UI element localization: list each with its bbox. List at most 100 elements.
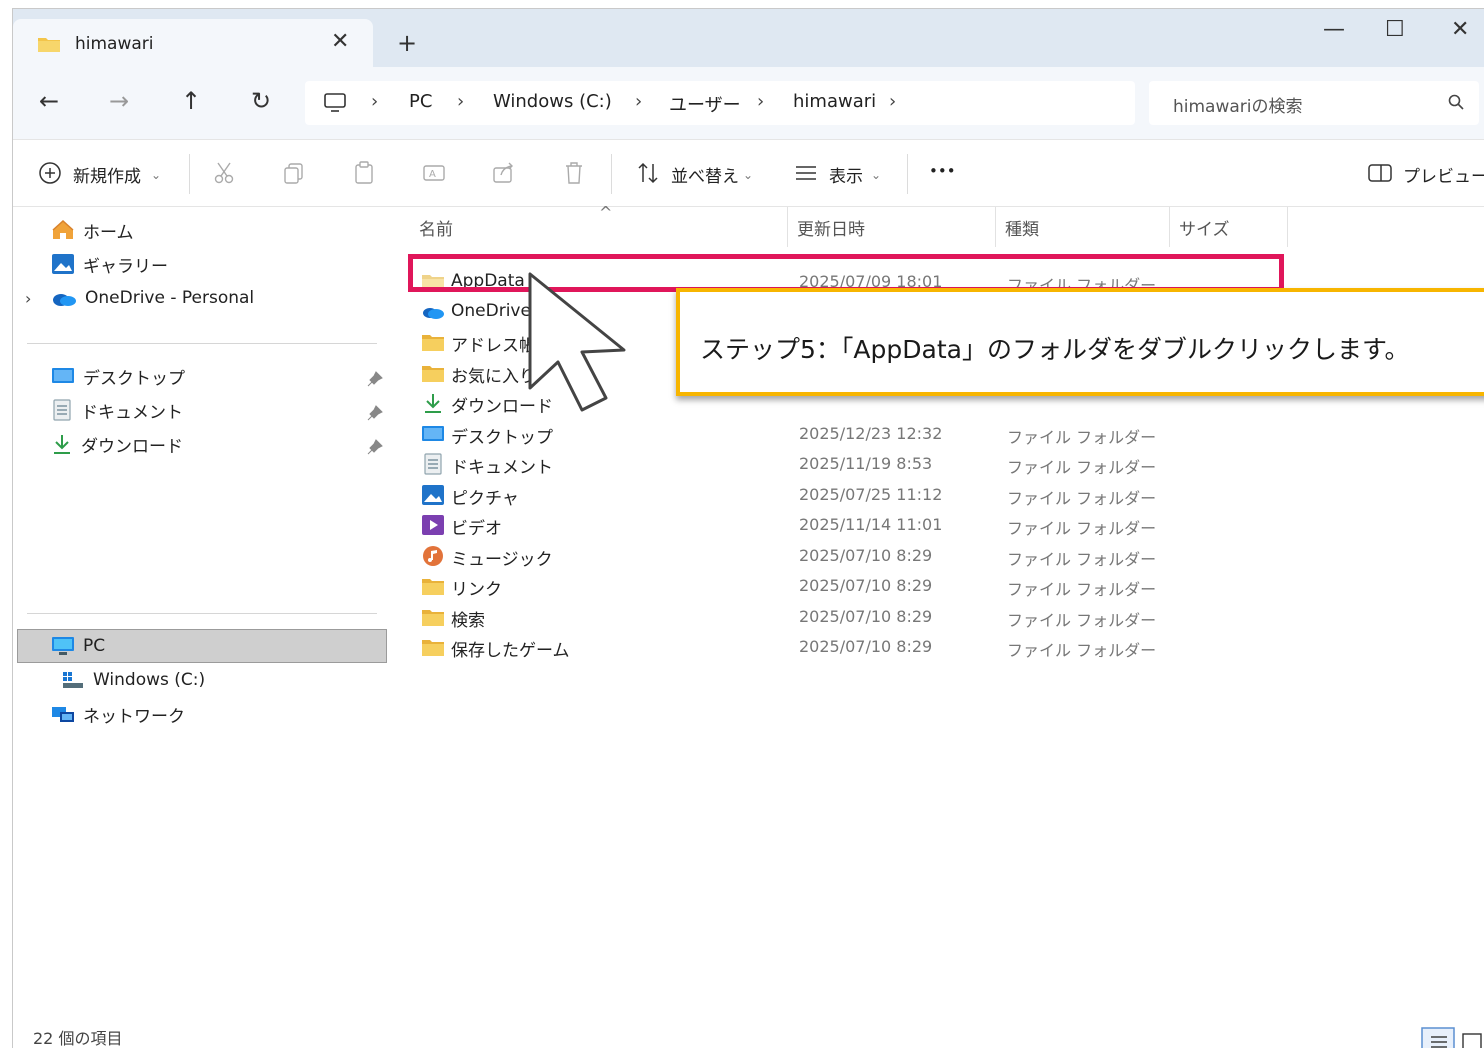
chevron-right-icon[interactable]: › [457, 91, 464, 112]
file-row[interactable]: ピクチャ 2025/07/25 11:12 ファイル フォルダー [419, 480, 1419, 510]
sidebar-item-pc[interactable]: PC [51, 631, 105, 661]
breadcrumb-users[interactable]: ユーザー [669, 91, 741, 117]
sidebar-item-onedrive[interactable]: OneDrive - Personal [51, 283, 254, 313]
close-window-button[interactable]: ✕ [1451, 17, 1469, 42]
sidebar-item-home[interactable]: ホーム [51, 215, 134, 245]
chevron-right-icon[interactable]: › [889, 91, 896, 112]
details-view-icon[interactable] [1421, 1027, 1455, 1048]
new-item-icon[interactable] [37, 160, 63, 186]
new-button[interactable]: 新規作成 [73, 162, 141, 187]
sort-ascending-icon[interactable]: ^ [599, 203, 612, 222]
file-date: 2025/11/19 8:53 [799, 454, 933, 473]
large-icons-view-icon[interactable] [1459, 1027, 1484, 1048]
sort-button[interactable]: 並べ替え [671, 162, 739, 187]
sidebar-item-gallery[interactable]: ギャラリー [51, 249, 168, 279]
divider[interactable] [995, 207, 996, 247]
file-type: ファイル フォルダー [1007, 458, 1157, 477]
status-item-count: 22 個の項目 [33, 1029, 123, 1048]
chevron-right-icon[interactable]: › [371, 91, 378, 112]
chevron-down-icon[interactable]: ⌄ [743, 168, 753, 182]
cut-icon[interactable] [211, 160, 237, 186]
column-header-date[interactable]: 更新日時 [797, 215, 865, 240]
view-button[interactable]: 表示 [829, 162, 863, 187]
sidebar-item-network[interactable]: ネットワーク [51, 699, 185, 729]
file-row[interactable]: デスクトップ 2025/12/23 12:32 ファイル フォルダー [419, 419, 1419, 449]
sidebar-item-downloads[interactable]: ダウンロード [51, 429, 183, 459]
file-date: 2025/07/10 8:29 [799, 546, 933, 565]
pin-icon[interactable] [367, 439, 383, 455]
divider[interactable] [787, 207, 788, 247]
file-row[interactable]: ビデオ 2025/11/14 11:01 ファイル フォルダー [419, 510, 1419, 540]
breadcrumb-himawari[interactable]: himawari [793, 91, 876, 112]
sidebar-item-label: ギャラリー [83, 256, 168, 277]
maximize-button[interactable]: ☐ [1385, 17, 1405, 42]
paste-icon[interactable] [351, 160, 377, 186]
chevron-right-icon[interactable]: › [635, 91, 642, 112]
tab-himawari[interactable]: himawari ✕ [13, 19, 373, 67]
breadcrumb-pc[interactable]: PC [409, 91, 432, 112]
file-type: ファイル フォルダー [1007, 641, 1157, 660]
minimize-button[interactable]: — [1323, 17, 1345, 42]
new-tab-button[interactable]: + [397, 29, 417, 57]
sidebar-item-windows-drive[interactable]: Windows (C:) [61, 665, 205, 695]
file-row[interactable]: 保存したゲーム 2025/07/10 8:29 ファイル フォルダー [419, 632, 1419, 662]
file-type: ファイル フォルダー [1007, 550, 1157, 569]
refresh-button[interactable]: ↻ [251, 87, 271, 115]
chevron-right-icon[interactable]: › [757, 91, 764, 112]
search-input[interactable]: himawariの検索 [1173, 92, 1303, 117]
file-name[interactable]: ピクチャ [451, 484, 519, 509]
monitor-icon[interactable] [323, 92, 347, 114]
tab-title: himawari [75, 34, 154, 54]
address-bar[interactable]: › PC › Windows (C:) › ユーザー › himawari › [305, 81, 1135, 125]
up-button[interactable]: ↑ [181, 87, 201, 115]
mouse-pointer-icon [528, 272, 626, 412]
search-icon[interactable] [1447, 93, 1465, 111]
file-name[interactable]: ミュージック [451, 545, 553, 570]
file-name[interactable]: 保存したゲーム [451, 636, 570, 661]
chevron-right-icon[interactable]: › [25, 289, 31, 308]
network-icon [52, 707, 74, 722]
chevron-down-icon[interactable]: ⌄ [151, 168, 161, 182]
copy-icon[interactable] [281, 160, 307, 186]
pin-icon[interactable] [367, 371, 383, 387]
more-options-button[interactable]: ••• [929, 162, 956, 180]
divider[interactable] [1169, 207, 1170, 247]
file-name[interactable]: ビデオ [451, 514, 502, 539]
sidebar-item-desktop[interactable]: デスクトップ [51, 361, 185, 391]
file-name[interactable]: 検索 [451, 606, 485, 631]
file-row[interactable]: ドキュメント 2025/11/19 8:53 ファイル フォルダー [419, 449, 1419, 479]
share-icon[interactable] [491, 160, 517, 186]
file-row[interactable]: リンク 2025/07/10 8:29 ファイル フォルダー [419, 571, 1419, 601]
pin-icon[interactable] [367, 405, 383, 421]
column-header-name[interactable]: 名前 [419, 215, 453, 240]
file-name[interactable]: リンク [451, 575, 502, 600]
forward-button[interactable]: → [109, 87, 129, 115]
back-button[interactable]: ← [39, 87, 59, 115]
music-icon [421, 545, 445, 567]
sidebar-item-documents[interactable]: ドキュメント [51, 395, 183, 425]
documents-icon [421, 453, 445, 475]
file-type: ファイル フォルダー [1007, 519, 1157, 538]
file-name[interactable]: デスクトップ [451, 423, 553, 448]
column-header-size[interactable]: サイズ [1179, 215, 1230, 240]
search-box[interactable]: himawariの検索 [1149, 81, 1479, 125]
file-row[interactable]: 検索 2025/07/10 8:29 ファイル フォルダー [419, 602, 1419, 632]
view-icon[interactable] [793, 160, 819, 186]
desktop-icon [52, 368, 74, 383]
divider[interactable] [1287, 207, 1288, 247]
chevron-down-icon[interactable]: ⌄ [871, 168, 881, 182]
rename-icon[interactable]: A [421, 160, 447, 186]
preview-button[interactable]: プレビュー [1403, 162, 1484, 187]
sort-icon[interactable] [635, 160, 661, 186]
preview-pane-icon[interactable] [1367, 160, 1393, 186]
file-row[interactable]: ミュージック 2025/07/10 8:29 ファイル フォルダー [419, 541, 1419, 571]
videos-icon [421, 514, 445, 536]
delete-icon[interactable] [561, 160, 587, 186]
sidebar-item-label: PC [83, 636, 106, 656]
documents-icon [53, 399, 71, 421]
file-name[interactable]: ドキュメント [451, 453, 553, 478]
column-header-type[interactable]: 種類 [1005, 215, 1039, 240]
close-tab-icon[interactable]: ✕ [331, 29, 349, 54]
breadcrumb-drive[interactable]: Windows (C:) [493, 91, 612, 112]
file-name[interactable]: OneDrive [451, 301, 531, 321]
